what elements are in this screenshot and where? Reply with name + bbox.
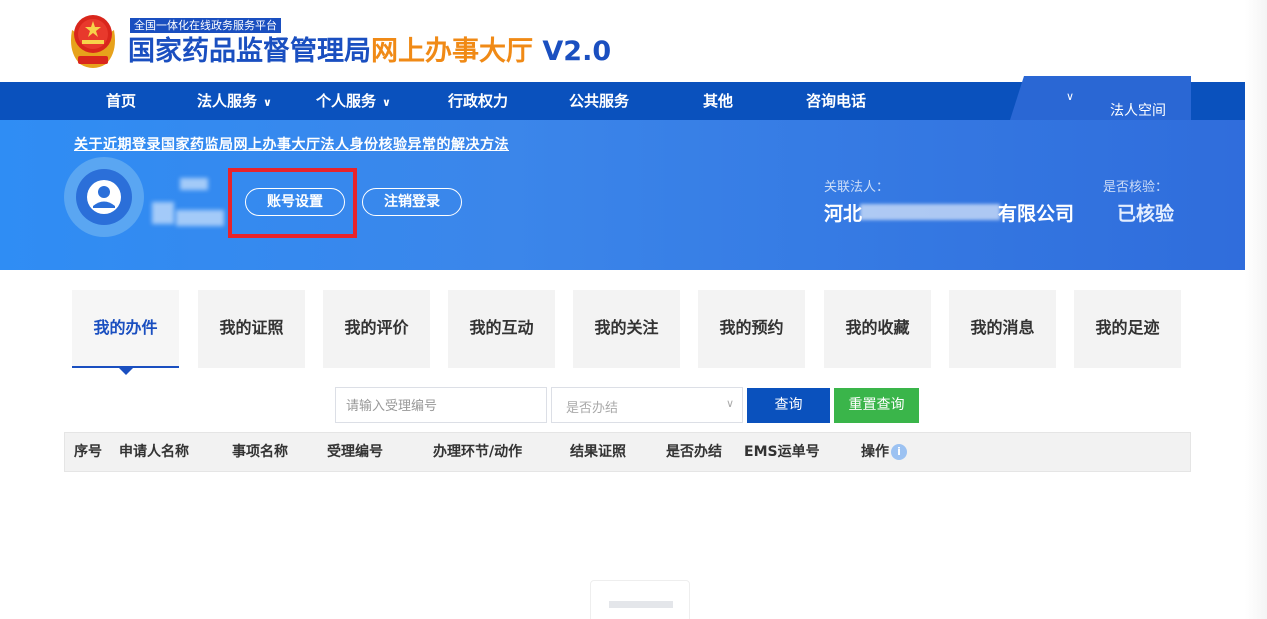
national-emblem-icon	[71, 15, 115, 68]
platform-tag: 全国一体化在线政务服务平台	[130, 18, 281, 33]
column-header-serial: 序号	[74, 444, 102, 460]
chevron-down-icon: ∨	[725, 397, 734, 410]
column-header-item-name: 事项名称	[232, 444, 288, 460]
tab-my-cases[interactable]: 我的办件	[72, 290, 179, 368]
site-title[interactable]: 国家药品监督管理局网上办事大厅 V2.0	[128, 34, 611, 70]
reset-query-button[interactable]: 重置查询	[834, 388, 919, 423]
tab-my-reviews[interactable]: 我的评价	[323, 290, 430, 368]
site-title-hall: 网上办事大厅	[371, 36, 533, 67]
company-name-prefix: 河北	[824, 203, 863, 225]
verification-status: 已核验	[1117, 203, 1175, 225]
select-placeholder: 是否办结	[566, 401, 619, 416]
logout-button[interactable]: 注销登录	[362, 188, 462, 216]
my-tabs: 我的办件 我的证照 我的评价 我的互动 我的关注 我的预约 我的收藏 我的消息 …	[72, 290, 1192, 380]
active-tab-caret-icon	[119, 368, 133, 375]
company-name-redacted	[860, 202, 1000, 222]
notice-link[interactable]: 关于近期登录国家药监局网上办事大厅法人身份核验异常的解决方法	[74, 134, 509, 154]
site-title-agency: 国家药品监督管理局	[128, 36, 371, 67]
chevron-down-icon: ∨	[1066, 90, 1075, 103]
completion-status-select[interactable]: 是否办结 ∨	[551, 387, 743, 423]
site-header: 全国一体化在线政务服务平台 国家药品监督管理局网上办事大厅 V2.0	[0, 0, 1267, 82]
avatar	[64, 157, 144, 237]
legal-space-menu[interactable]: 法人空间 ∨	[1010, 76, 1191, 120]
column-header-completed: 是否办结	[666, 444, 722, 460]
info-icon[interactable]: i	[891, 444, 907, 460]
legal-space-label: 法人空间	[1110, 103, 1166, 119]
highlight-annotation	[228, 168, 357, 238]
nav-item-legal-services[interactable]: 法人服务 ∨	[197, 82, 272, 120]
tab-my-interactions[interactable]: 我的互动	[448, 290, 555, 368]
chevron-down-icon: ∨	[263, 96, 272, 109]
table-header: 序号 申请人名称 事项名称 受理编号 办理环节/动作 结果证照 是否办结 EMS…	[64, 432, 1191, 472]
nav-item-administrative-power[interactable]: 行政权力	[448, 82, 508, 120]
main-nav: 首页 法人服务 ∨ 个人服务 ∨ 行政权力 公共服务 其他 咨询电话 法人空间 ∨	[0, 76, 1267, 120]
related-legal-person-label: 关联法人：	[824, 180, 890, 195]
verification-label: 是否核验：	[1103, 180, 1169, 195]
tab-my-follows[interactable]: 我的关注	[573, 290, 680, 368]
nav-item-hotline[interactable]: 咨询电话	[806, 82, 866, 120]
query-button[interactable]: 查询	[747, 388, 830, 423]
tab-my-appointments[interactable]: 我的预约	[698, 290, 805, 368]
user-banner: 关于近期登录国家药监局网上办事大厅法人身份核验异常的解决方法 账号设置 注销登录…	[0, 120, 1267, 270]
page-scrollbar[interactable]	[1245, 0, 1267, 619]
chevron-down-icon: ∨	[382, 96, 391, 109]
user-icon	[87, 180, 121, 214]
site-title-version: V2.0	[533, 36, 612, 67]
column-header-actions: 操作 i	[861, 433, 907, 471]
tab-my-favorites[interactable]: 我的收藏	[824, 290, 931, 368]
tab-my-messages[interactable]: 我的消息	[949, 290, 1056, 368]
column-header-applicant: 申请人名称	[119, 444, 189, 460]
acceptance-number-input[interactable]	[335, 387, 547, 423]
column-header-acceptance-number: 受理编号	[327, 444, 383, 460]
tab-my-licenses[interactable]: 我的证照	[198, 290, 305, 368]
nav-item-home[interactable]: 首页	[106, 82, 136, 120]
column-header-result-license: 结果证照	[570, 444, 626, 460]
nav-item-other[interactable]: 其他	[703, 82, 733, 120]
tab-my-footprints[interactable]: 我的足迹	[1074, 290, 1181, 368]
column-header-ems-number: EMS运单号	[744, 444, 820, 460]
nav-item-public-services[interactable]: 公共服务	[569, 82, 629, 120]
nav-item-personal-services[interactable]: 个人服务 ∨	[316, 82, 391, 120]
column-header-process-stage: 办理环节/动作	[433, 444, 523, 460]
empty-state-placeholder	[590, 580, 690, 619]
company-name-suffix: 有限公司	[998, 203, 1075, 225]
